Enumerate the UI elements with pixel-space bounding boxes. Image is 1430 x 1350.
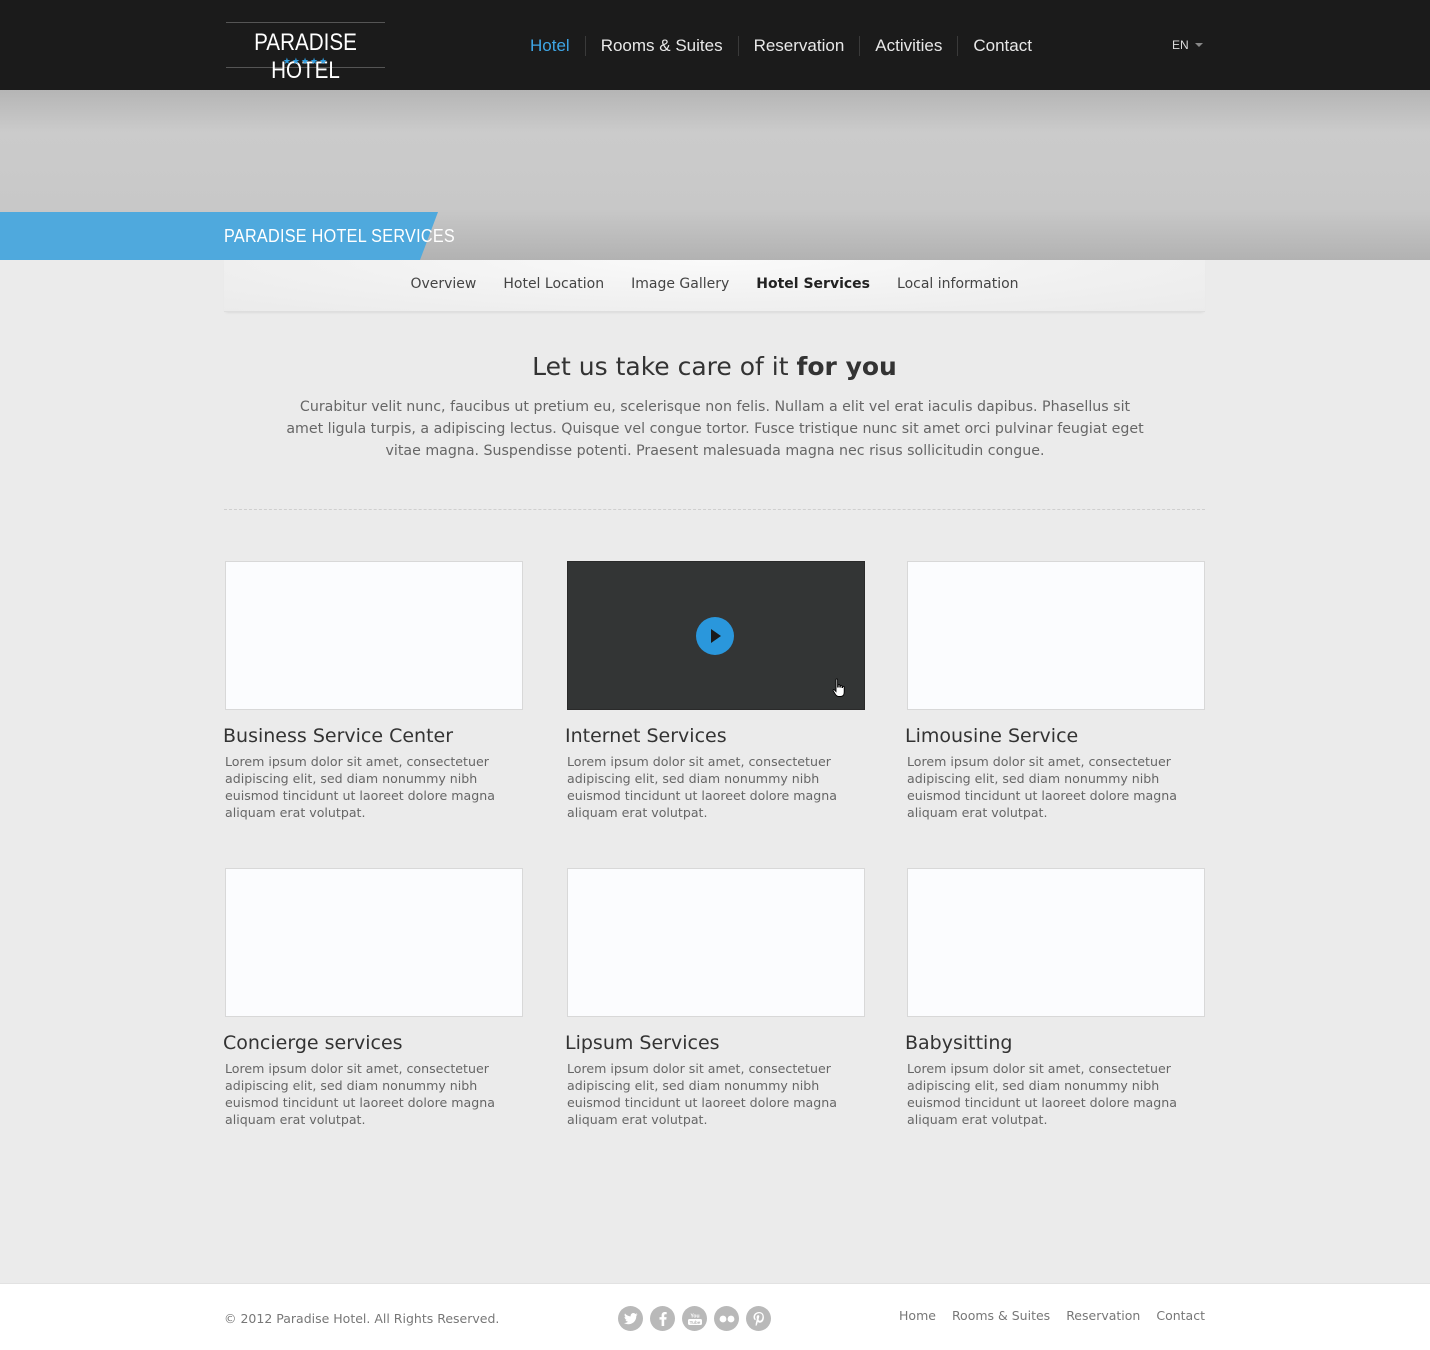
pinterest-icon[interactable]: [746, 1306, 771, 1331]
service-title[interactable]: Limousine Service: [905, 725, 1078, 747]
service-description: Lorem ipsum dolor sit amet, consectetuer…: [225, 1061, 495, 1127]
chevron-down-icon: [1194, 43, 1203, 47]
play-icon[interactable]: [696, 617, 734, 655]
subnav-hotel-services[interactable]: Hotel Services: [756, 276, 870, 292]
footer-link-contact[interactable]: Contact: [1156, 1308, 1205, 1323]
svg-text:Tube: Tube: [689, 1319, 700, 1324]
service-description: Lorem ipsum dolor sit amet, consectetuer…: [907, 754, 1177, 820]
footer-link-rooms-suites[interactable]: Rooms & Suites: [952, 1308, 1050, 1323]
nav-item-reservation[interactable]: Reservation: [737, 36, 860, 56]
sub-navigation-bar: Overview Hotel Location Image Gallery Ho…: [224, 260, 1205, 312]
copyright-text: © 2012 Paradise Hotel. All Rights Reserv…: [224, 1311, 500, 1326]
subnav-local-information[interactable]: Local information: [897, 276, 1019, 292]
dashed-divider: [224, 509, 1205, 510]
top-header: PARADISE HOTEL ★★★★★ Hotel Rooms & Suite…: [0, 0, 1430, 90]
youtube-icon[interactable]: You Tube: [682, 1306, 707, 1331]
footer-navigation: Home Rooms & Suites Reservation Contact: [883, 1308, 1205, 1323]
footer-link-home[interactable]: Home: [899, 1308, 936, 1323]
service-image[interactable]: [907, 868, 1205, 1017]
section-heading: Let us take care of it for you: [224, 352, 1205, 381]
page-title: PARADISE HOTEL SERVICES: [224, 226, 455, 246]
subnav-overview[interactable]: Overview: [410, 276, 476, 292]
svg-text:You: You: [690, 1313, 699, 1319]
social-links: You Tube: [618, 1306, 778, 1331]
service-title[interactable]: Internet Services: [565, 725, 727, 747]
heading-light: Let us take care of it: [532, 352, 789, 381]
service-description: Lorem ipsum dolor sit amet, consectetuer…: [907, 1061, 1177, 1127]
heading-bold: for you: [796, 352, 897, 381]
service-description: Lorem ipsum dolor sit amet, consectetuer…: [567, 1061, 837, 1127]
nav-item-rooms-suites[interactable]: Rooms & Suites: [584, 36, 738, 56]
service-image[interactable]: [907, 561, 1205, 710]
sub-navigation: Overview Hotel Location Image Gallery Ho…: [224, 276, 1205, 292]
flickr-icon[interactable]: [714, 1306, 739, 1331]
nav-item-hotel[interactable]: Hotel: [520, 36, 585, 56]
service-video[interactable]: [567, 561, 865, 710]
footer-link-reservation[interactable]: Reservation: [1066, 1308, 1140, 1323]
nav-item-contact[interactable]: Contact: [957, 36, 1047, 56]
service-image[interactable]: [225, 868, 523, 1017]
service-description: Lorem ipsum dolor sit amet, consectetuer…: [567, 754, 837, 820]
service-title[interactable]: Lipsum Services: [565, 1032, 720, 1054]
service-image[interactable]: [567, 868, 865, 1017]
subnav-image-gallery[interactable]: Image Gallery: [631, 276, 729, 292]
intro-paragraph: Curabitur velit nunc, faucibus ut pretiu…: [286, 399, 1144, 459]
twitter-icon[interactable]: [618, 1306, 643, 1331]
nav-item-activities[interactable]: Activities: [859, 36, 957, 56]
hand-cursor-icon: [832, 678, 845, 697]
service-title[interactable]: Concierge services: [223, 1032, 403, 1054]
language-label: EN: [1172, 38, 1189, 52]
service-image[interactable]: [225, 561, 523, 710]
subnav-hotel-location[interactable]: Hotel Location: [503, 276, 604, 292]
service-description: Lorem ipsum dolor sit amet, consectetuer…: [225, 754, 495, 820]
language-selector[interactable]: EN: [1172, 38, 1203, 52]
main-navigation: Hotel Rooms & Suites Reservation Activit…: [520, 34, 1047, 58]
star-rating-icon: ★★★★★: [282, 57, 329, 67]
service-title[interactable]: Babysitting: [905, 1032, 1012, 1054]
service-title[interactable]: Business Service Center: [223, 725, 453, 747]
facebook-icon[interactable]: [650, 1306, 675, 1331]
hotel-logo[interactable]: PARADISE HOTEL ★★★★★: [226, 22, 385, 84]
